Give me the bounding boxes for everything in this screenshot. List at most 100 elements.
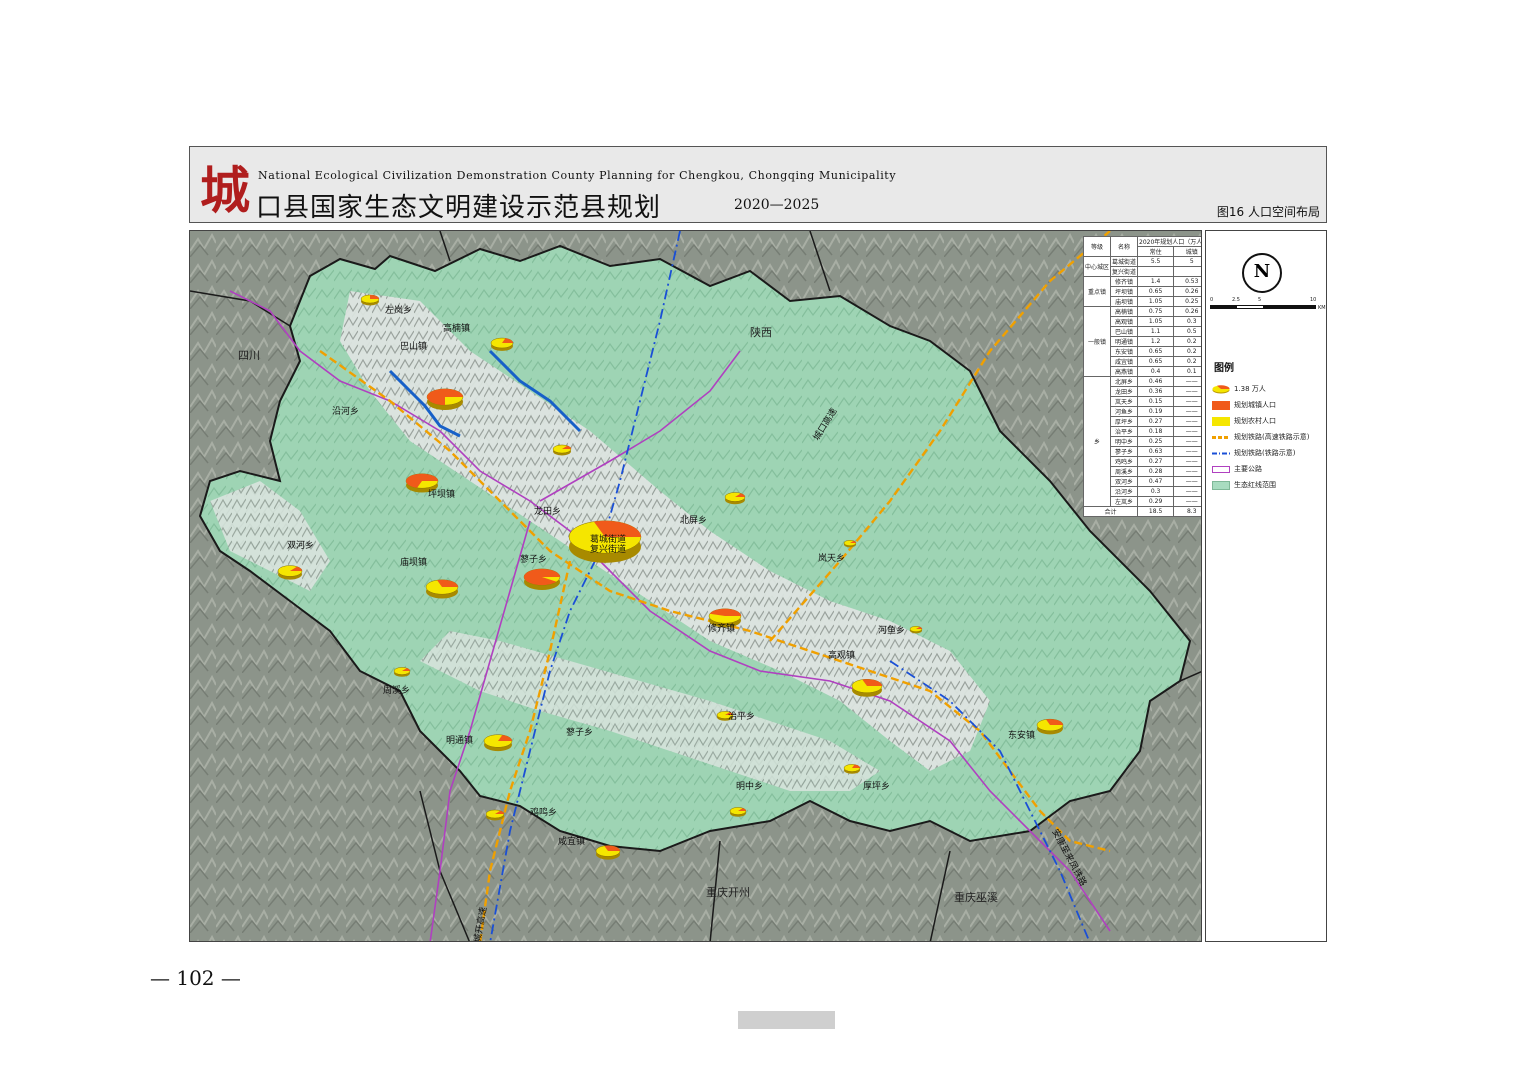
table-cell: —— (1173, 416, 1201, 427)
county-map: 四川 陕西 重庆开州 重庆巫溪 左岚乡 高楠镇 巴山镇 沿河乡 坪坝镇 龙田乡 … (190, 231, 1201, 941)
table-cell: 0.65 (1137, 346, 1175, 357)
population-pie (393, 667, 411, 677)
place-mingtong: 明通镇 (446, 734, 473, 746)
table-cell: 0.2 (1173, 356, 1201, 367)
scale-label-2: 5 (1258, 297, 1262, 303)
table-cell: —— (1173, 486, 1201, 497)
place-longtian: 龙田乡 (534, 505, 561, 517)
table-cell: 5 (1173, 256, 1201, 267)
population-pie (729, 807, 747, 817)
table-cell: 0.4 (1137, 366, 1175, 377)
place-liaozi: 蓼子乡 (566, 726, 593, 738)
table-cell: 0.47 (1137, 476, 1175, 487)
scale-bar-graphic (1210, 305, 1316, 309)
population-pie (595, 845, 621, 860)
region-label-sichuan: 四川 (238, 349, 260, 362)
table-cell: 葛城街道 (1110, 256, 1139, 267)
region-label-shaanxi: 陕西 (750, 325, 772, 339)
table-cell: 0.2 (1173, 336, 1201, 347)
place-zuolan: 左岚乡 (385, 304, 412, 316)
table-cell: 复兴街道 (1110, 266, 1139, 277)
figure-label: 图16 人口空间布局 (1216, 205, 1320, 219)
table-cell: —— (1173, 446, 1201, 457)
table-cell: —— (1173, 386, 1201, 397)
table-row: 中心城区 葛城街道 5.5 5 (1082, 256, 1201, 277)
scale-label-3: 10 (1310, 297, 1317, 303)
rail-line-icon (1212, 452, 1230, 455)
table-cell: —— (1173, 436, 1201, 447)
table-cell: 庙坝镇 (1110, 296, 1139, 307)
legend-label-hsr: 规划铁路(高速铁路示意) (1234, 433, 1310, 441)
table-cell: —— (1173, 476, 1201, 487)
population-pie (483, 734, 513, 752)
logo-character: 城 (200, 161, 250, 220)
table-cell: 河鱼乡 (1110, 406, 1139, 417)
map-title-bar: 城 National Ecological Civilization Demon… (189, 146, 1327, 223)
scale-unit: KM (1318, 305, 1326, 311)
place-zhiping: 治平乡 (728, 710, 755, 722)
table-cell: 0.53 (1173, 276, 1201, 287)
table-row: 乡北屏乡 0.46 —— (1082, 376, 1201, 507)
eco-swatch (1212, 481, 1230, 490)
population-pie (360, 294, 380, 306)
table-cell (1137, 266, 1175, 277)
table-cell: 0.75 (1137, 306, 1175, 317)
table-cell: 厚坪乡 (1110, 416, 1139, 427)
table-cell: —— (1173, 466, 1201, 477)
legend-label-eco: 生态红线范围 (1234, 481, 1276, 489)
table-cell: 东安镇 (1110, 346, 1139, 357)
table-cell: 修齐镇 (1110, 276, 1139, 287)
place-bashan: 巴山镇 (400, 340, 427, 352)
table-header-resident: 常住 (1137, 246, 1175, 257)
legend-panel: N 0 2.5 5 10 KM 图例 1.38 万人 规划城镇人口 规划农村人口 (1205, 230, 1327, 942)
table-cell (1173, 266, 1201, 277)
table-cell: 咸宜镇 (1110, 356, 1139, 367)
english-subtitle: National Ecological Civilization Demonst… (258, 169, 897, 182)
table-cell: —— (1173, 496, 1201, 507)
plan-years: 2020—2025 (734, 197, 820, 213)
legend-label-urban: 规划城镇人口 (1234, 401, 1276, 409)
place-gaoguan: 高观镇 (828, 649, 855, 661)
table-total-cell: 合计 (1082, 506, 1139, 517)
legend-label-rural: 规划农村人口 (1234, 417, 1276, 425)
place-fuxing: 复兴街道 (590, 543, 626, 555)
table-cell: 0.27 (1137, 456, 1175, 467)
population-pie (425, 579, 459, 599)
table-cell: 高楠镇 (1110, 306, 1139, 317)
population-pie (485, 809, 505, 821)
place-dongan: 东安镇 (1008, 729, 1035, 741)
legend-title: 图例 (1214, 363, 1234, 374)
population-table: 等级 名称 2020年规划人口（万人） 常住 城镇 中心城区 葛城街道 5.5 5 复兴… (1082, 236, 1201, 517)
table-cell: —— (1173, 376, 1201, 387)
table-cell: 蓼子乡 (1110, 446, 1139, 457)
place-mingzhong: 明中乡 (736, 780, 763, 792)
table-cell: 左岚乡 (1110, 496, 1139, 507)
table-cell: 0.46 (1137, 376, 1175, 387)
table-cell: —— (1173, 396, 1201, 407)
table-cell: 周溪乡 (1110, 466, 1139, 477)
legend-item-rail: 规划铁路(铁路示意) (1212, 447, 1324, 459)
north-arrow-icon: N (1242, 253, 1282, 293)
map-frame: 四川 陕西 重庆开州 重庆巫溪 左岚乡 高楠镇 巴山镇 沿河乡 坪坝镇 龙田乡 … (189, 230, 1202, 942)
place-beiping: 北屏乡 (680, 515, 707, 526)
table-cell-level: 乡 (1082, 376, 1112, 507)
table-cell: 0.28 (1137, 466, 1175, 477)
population-pie (843, 764, 861, 774)
table-cell: 0.25 (1173, 296, 1201, 307)
table-cell: 高观镇 (1110, 316, 1139, 327)
table-cell: 0.3 (1173, 316, 1201, 327)
page: 城 National Ecological Civilization Demon… (0, 0, 1520, 1074)
table-row: 重点镇 修齐镇 1.4 0.53 (1082, 276, 1201, 307)
page-number: — 102 — (150, 966, 241, 990)
table-cell: 0.27 (1137, 416, 1175, 427)
legend-item-rural: 规划农村人口 (1212, 415, 1324, 427)
legend-item-hsr: 规划铁路(高速铁路示意) (1212, 431, 1324, 443)
table-total-row: 合计 18.5 8.3 (1082, 506, 1201, 517)
table-cell-level: 重点镇 (1082, 276, 1112, 307)
table-cell: 0.36 (1137, 386, 1175, 397)
legend-label-pie: 1.38 万人 (1234, 385, 1266, 393)
table-cell-level: 中心城区 (1082, 256, 1112, 277)
page-tab (738, 1011, 835, 1029)
table-cell: 鸡鸣乡 (1110, 456, 1139, 467)
table-cell: 0.25 (1137, 436, 1175, 447)
